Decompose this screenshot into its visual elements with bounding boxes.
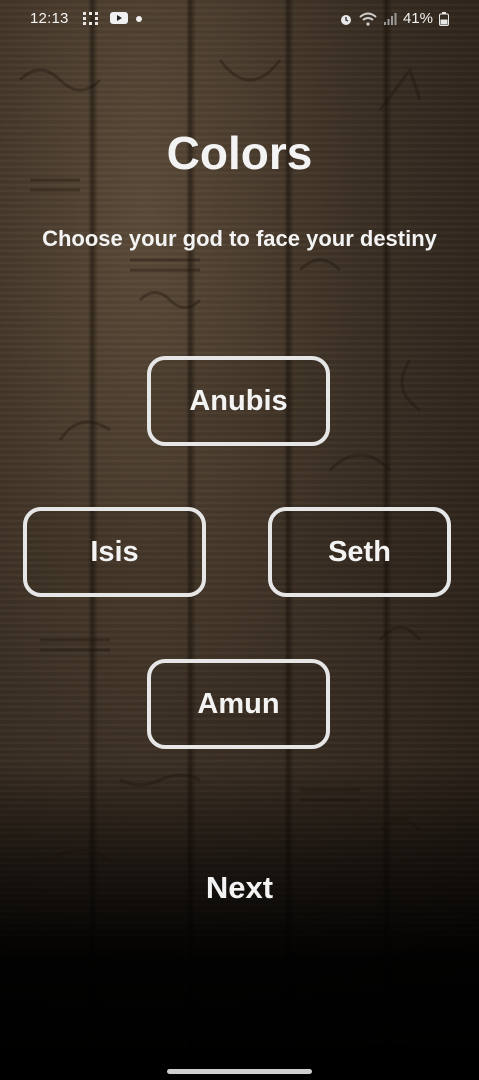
battery-icon xyxy=(439,11,449,26)
page-title: Colors xyxy=(166,127,313,179)
app-screen: 12:13 41% Colors Choose your god to face… xyxy=(0,0,479,1080)
wifi-icon xyxy=(359,12,377,26)
amun-button[interactable]: Amun xyxy=(147,659,330,749)
grid-icon xyxy=(83,12,98,25)
page-subtitle: Choose your god to face your destiny xyxy=(42,226,437,251)
youtube-icon xyxy=(110,12,128,24)
status-time: 12:13 xyxy=(30,10,69,27)
alarm-icon xyxy=(340,14,351,25)
isis-button[interactable]: Isis xyxy=(23,507,206,597)
status-bar: 12:13 41% xyxy=(0,0,479,40)
dot-icon xyxy=(136,16,142,22)
status-left-icons xyxy=(82,11,144,25)
signal-icon xyxy=(383,12,397,25)
seth-button[interactable]: Seth xyxy=(268,507,451,597)
home-indicator[interactable] xyxy=(167,1069,312,1074)
battery-percent: 41% xyxy=(402,10,433,27)
next-button[interactable]: Next xyxy=(0,870,479,906)
status-right-icons: 41% xyxy=(339,10,449,27)
anubis-button[interactable]: Anubis xyxy=(147,356,330,446)
